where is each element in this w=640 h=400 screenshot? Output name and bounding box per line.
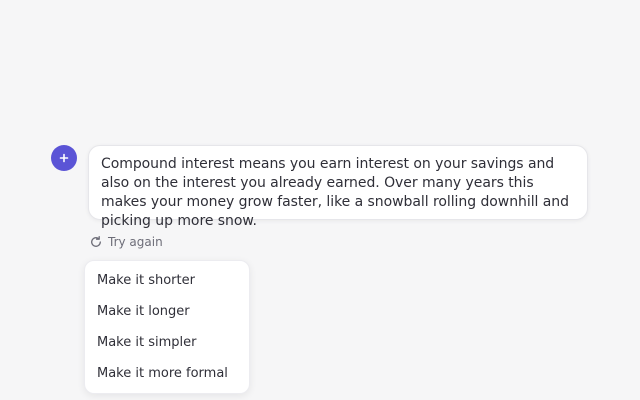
menu-item-make-more-formal[interactable]: Make it more formal [85,358,249,389]
assistant-message-text: Compound interest means you earn interes… [101,156,569,229]
try-again-label: Try again [108,235,163,249]
assistant-avatar [51,145,77,171]
menu-item-make-shorter[interactable]: Make it shorter [85,265,249,296]
menu-item-make-longer[interactable]: Make it longer [85,296,249,327]
assistant-message-bubble: Compound interest means you earn interes… [88,145,588,229]
rewrite-options-menu: Make it shorter Make it longer Make it s… [84,260,250,394]
sparkle-icon [59,153,69,163]
refresh-icon [89,235,103,249]
menu-item-make-simpler[interactable]: Make it simpler [85,327,249,358]
try-again-button[interactable]: Try again [89,233,163,251]
